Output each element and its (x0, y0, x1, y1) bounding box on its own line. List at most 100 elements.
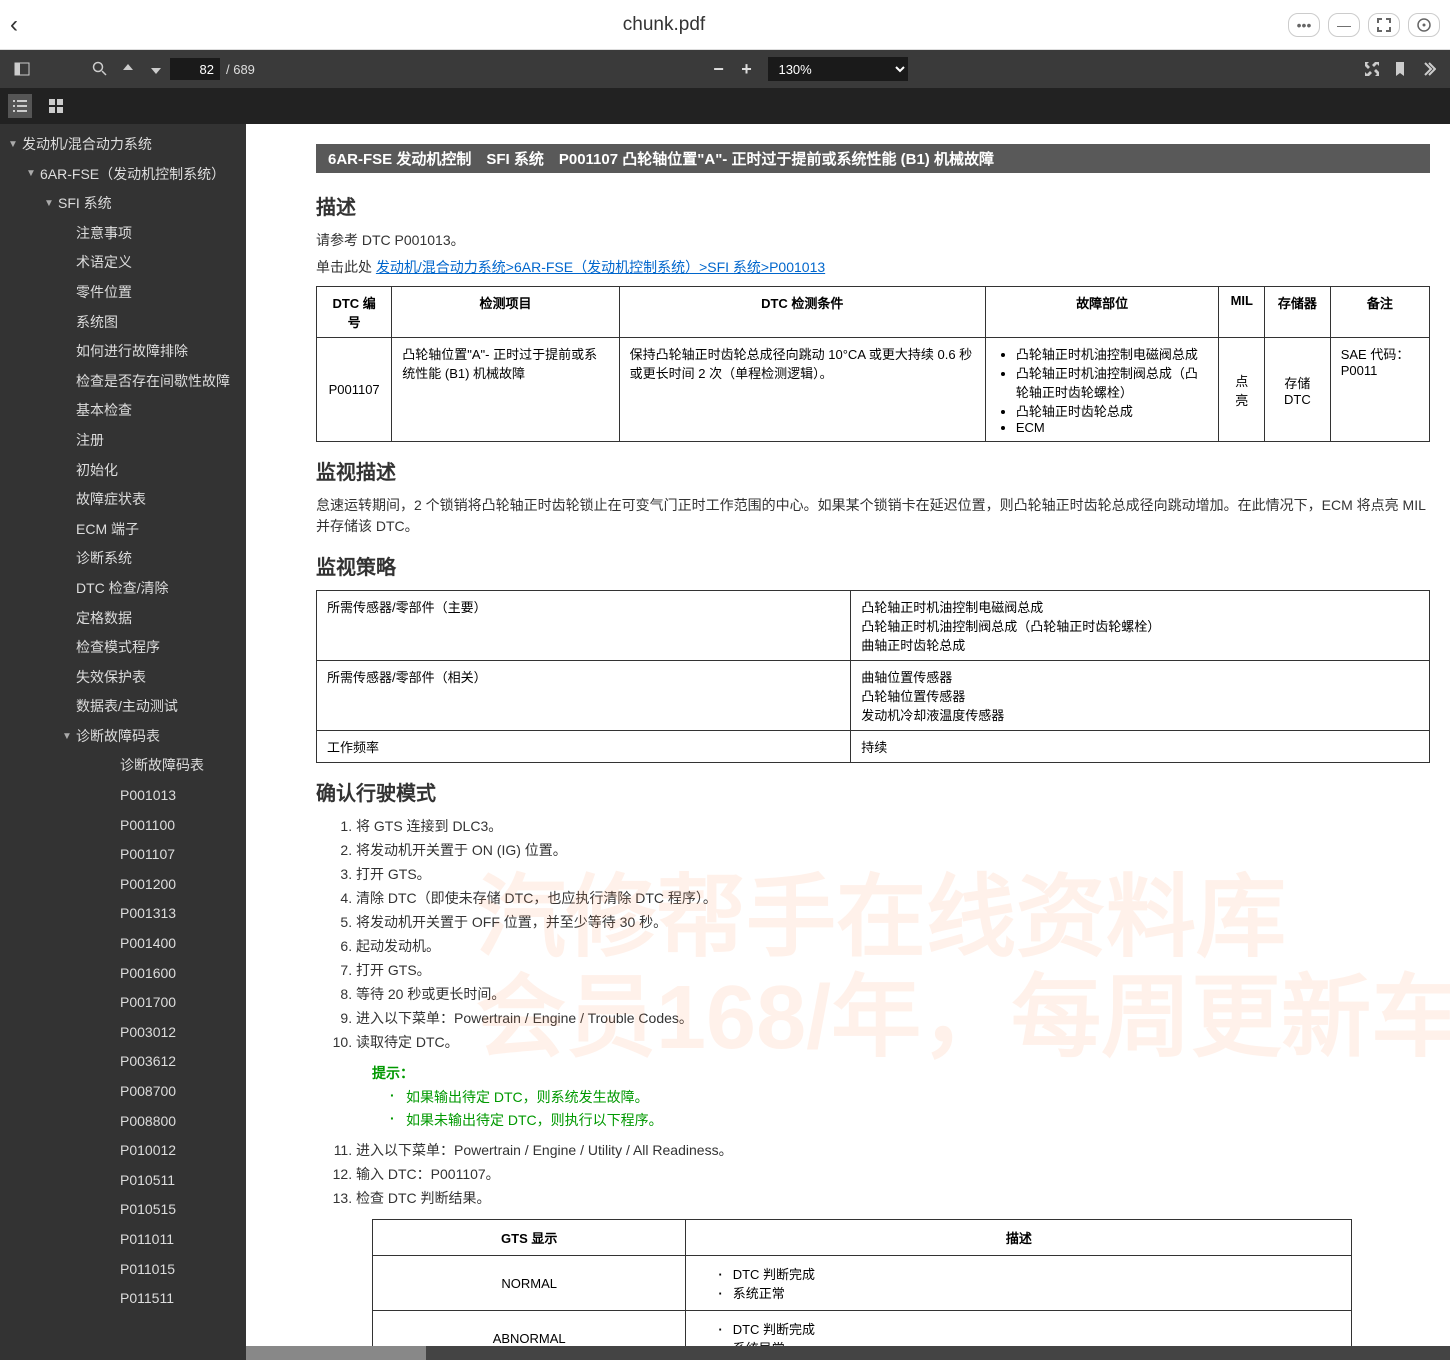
outline-item[interactable]: 初始化 (0, 456, 246, 486)
fullscreen-icon (1376, 17, 1392, 33)
next-page-button[interactable] (142, 55, 170, 83)
table-header: MIL (1219, 287, 1265, 338)
back-button[interactable]: ‹ (10, 11, 40, 39)
toggle-sidebar-button[interactable] (8, 55, 36, 83)
outline-item[interactable]: P008800 (0, 1107, 246, 1137)
outline-label: 注册 (76, 431, 238, 451)
outline-label: 失效保护表 (76, 668, 238, 688)
window-title: chunk.pdf (40, 14, 1288, 36)
outline-label: P010515 (120, 1200, 238, 1220)
outline-item[interactable]: 零件位置 (0, 278, 246, 308)
procedure-list: 将 GTS 连接到 DLC3。将发动机开关置于 ON (IG) 位置。打开 GT… (356, 816, 1430, 1053)
table-cell: 保持凸轮轴正时齿轮总成径向跳动 10°CA 或更大持续 0.6 秒或更长时间 2… (619, 338, 985, 442)
outline-item[interactable]: P001400 (0, 929, 246, 959)
outline-item[interactable]: 数据表/主动测试 (0, 692, 246, 722)
minimize-button[interactable]: — (1328, 13, 1360, 37)
outline-item[interactable]: 术语定义 (0, 248, 246, 278)
outline-label: 初始化 (76, 461, 238, 481)
zoom-select[interactable]: 130% (768, 57, 908, 81)
outline-item[interactable]: P003012 (0, 1018, 246, 1048)
outline-item[interactable]: 系统图 (0, 308, 246, 338)
hint-item: 如果输出待定 DTC，则系统发生故障。 (406, 1087, 1430, 1107)
outline-item[interactable]: P001200 (0, 870, 246, 900)
outline-item[interactable]: P011015 (0, 1255, 246, 1285)
tree-arrow-icon: ▼ (26, 167, 38, 181)
outline-label: P010511 (120, 1171, 238, 1191)
list-item: 凸轮轴正时齿轮总成 (1016, 401, 1209, 420)
outline-item[interactable]: P001100 (0, 811, 246, 841)
procedure-list: 进入以下菜单：Powertrain / Engine / Utility / A… (356, 1140, 1430, 1209)
outline-item[interactable]: P011511 (0, 1284, 246, 1314)
outline-label: 检查模式程序 (76, 638, 238, 658)
outline-item[interactable]: P003612 (0, 1047, 246, 1077)
outline-item[interactable]: 检查模式程序 (0, 633, 246, 663)
grid-icon (48, 98, 64, 114)
outline-item[interactable]: DTC 检查/清除 (0, 574, 246, 604)
outline-view-button[interactable] (8, 94, 32, 118)
outline-label: DTC 检查/清除 (76, 579, 238, 599)
outline-item[interactable]: 诊断系统 (0, 544, 246, 574)
outline-label: SFI 系统 (58, 194, 238, 214)
breadcrumb-link[interactable]: 发动机/混合动力系统>6AR-FSE（发动机控制系统）>SFI 系统>P0010… (376, 259, 825, 275)
thumbnail-view-button[interactable] (44, 94, 68, 118)
outline-item[interactable]: P001313 (0, 899, 246, 929)
outline-item[interactable]: ▼诊断故障码表 (0, 722, 246, 752)
outline-label: 诊断故障码表 (120, 756, 238, 776)
search-button[interactable] (86, 55, 114, 83)
outline-label: 注意事项 (76, 224, 238, 244)
outline-item[interactable]: P010012 (0, 1136, 246, 1166)
outline-sidebar[interactable]: ▼发动机/混合动力系统▼6AR-FSE（发动机控制系统）▼SFI 系统注意事项术… (0, 124, 246, 1360)
table-row: 工作频率持续 (317, 731, 1430, 763)
outline-label: 故障症状表 (76, 490, 238, 510)
fullscreen-button[interactable] (1368, 13, 1400, 37)
outline-item[interactable]: ▼SFI 系统 (0, 189, 246, 219)
outline-item[interactable]: 定格数据 (0, 604, 246, 634)
outline-label: P001107 (120, 845, 238, 865)
outline-item[interactable]: P001600 (0, 959, 246, 989)
page-number-input[interactable] (170, 58, 220, 80)
search-icon (92, 61, 108, 77)
outline-item[interactable]: P011011 (0, 1225, 246, 1255)
list-item: 进入以下菜单：Powertrain / Engine / Utility / A… (356, 1140, 1430, 1161)
table-cell: 点亮 (1219, 338, 1265, 442)
outline-item[interactable]: 检查是否存在间歇性故障 (0, 367, 246, 397)
outline-item[interactable]: P010515 (0, 1195, 246, 1225)
outline-item[interactable]: 注册 (0, 426, 246, 456)
target-button[interactable] (1408, 13, 1440, 37)
zoom-out-button[interactable]: − (704, 55, 732, 83)
tools-button[interactable] (1414, 55, 1442, 83)
scrollbar-thumb[interactable] (246, 1346, 426, 1360)
outline-item[interactable]: 故障症状表 (0, 485, 246, 515)
zoom-in-button[interactable]: + (732, 55, 760, 83)
outline-label: 检查是否存在间歇性故障 (76, 372, 238, 392)
gts-table: GTS 显示描述 NORMALDTC 判断完成系统正常ABNORMALDTC 判… (372, 1219, 1352, 1360)
table-header: 描述 (686, 1220, 1352, 1256)
bookmark-button[interactable] (1386, 55, 1414, 83)
outline-item[interactable]: 诊断故障码表 (0, 751, 246, 781)
outline-item[interactable]: P008700 (0, 1077, 246, 1107)
outline-item[interactable]: P001013 (0, 781, 246, 811)
list-item: 起动发动机。 (356, 936, 1430, 957)
table-row: NORMALDTC 判断完成系统正常 (373, 1256, 1352, 1311)
more-button[interactable]: ••• (1288, 13, 1320, 37)
outline-item[interactable]: 失效保护表 (0, 663, 246, 693)
page-total-label: / 689 (226, 62, 255, 77)
section-heading: 描述 (316, 191, 1430, 220)
outline-item[interactable]: 注意事项 (0, 219, 246, 249)
list-item: 凸轮轴正时机油控制阀总成（凸轮轴正时齿轮螺栓） (1016, 363, 1209, 401)
pdf-content[interactable]: 汽修帮手在线资料库 会员168/年，每周更新车型 6AR-FSE 发动机控制 S… (246, 124, 1450, 1360)
outline-item[interactable]: ▼6AR-FSE（发动机控制系统） (0, 160, 246, 190)
table-row: 所需传感器/零部件（主要）凸轮轴正时机油控制电磁阀总成 凸轮轴正时机油控制阀总成… (317, 591, 1430, 661)
horizontal-scrollbar[interactable] (246, 1346, 1450, 1360)
outline-label: 定格数据 (76, 609, 238, 629)
outline-item[interactable]: 如何进行故障排除 (0, 337, 246, 367)
text: 单击此处 (316, 259, 376, 275)
outline-item[interactable]: ▼发动机/混合动力系统 (0, 130, 246, 160)
outline-item[interactable]: P001107 (0, 840, 246, 870)
outline-item[interactable]: ECM 端子 (0, 515, 246, 545)
outline-item[interactable]: 基本检查 (0, 396, 246, 426)
presentation-button[interactable] (1358, 55, 1386, 83)
outline-item[interactable]: P010511 (0, 1166, 246, 1196)
prev-page-button[interactable] (114, 55, 142, 83)
outline-item[interactable]: P001700 (0, 988, 246, 1018)
